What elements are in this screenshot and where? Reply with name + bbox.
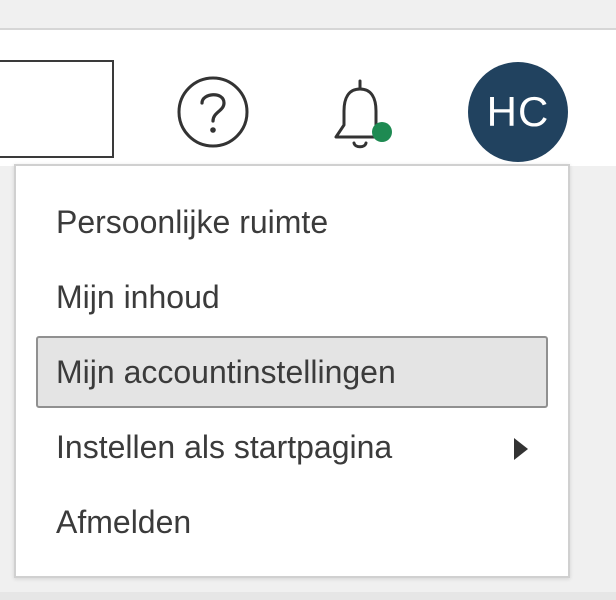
menu-item-sign-out[interactable]: Afmelden xyxy=(36,486,548,558)
help-button[interactable] xyxy=(174,73,252,151)
menu-item-account-settings[interactable]: Mijn accountinstellingen xyxy=(36,336,548,408)
menu-item-my-content[interactable]: Mijn inhoud xyxy=(36,261,548,333)
menu-item-personal-space[interactable]: Persoonlijke ruimte xyxy=(36,186,548,258)
submenu-arrow-icon xyxy=(514,438,528,460)
notification-dot xyxy=(372,122,392,142)
menu-item-set-as-start-page[interactable]: Instellen als startpagina xyxy=(36,411,548,483)
avatar-initials: HC xyxy=(486,88,550,135)
menu-item-label: Afmelden xyxy=(56,503,192,540)
search-input[interactable] xyxy=(0,60,114,158)
menu-item-label: Mijn accountinstellingen xyxy=(56,353,396,390)
notifications-button[interactable] xyxy=(322,75,402,155)
page-bottom-edge xyxy=(0,592,616,600)
user-avatar-button[interactable]: HC xyxy=(468,62,568,162)
user-dropdown-menu: Persoonlijke ruimte Mijn inhoud Mijn acc… xyxy=(14,164,570,578)
top-header: HC xyxy=(0,28,616,166)
menu-item-label: Instellen als startpagina xyxy=(56,428,393,465)
bell-icon xyxy=(334,79,386,149)
question-circle-icon xyxy=(177,76,249,148)
menu-item-label: Mijn inhoud xyxy=(56,278,220,315)
menu-item-label: Persoonlijke ruimte xyxy=(56,203,329,240)
